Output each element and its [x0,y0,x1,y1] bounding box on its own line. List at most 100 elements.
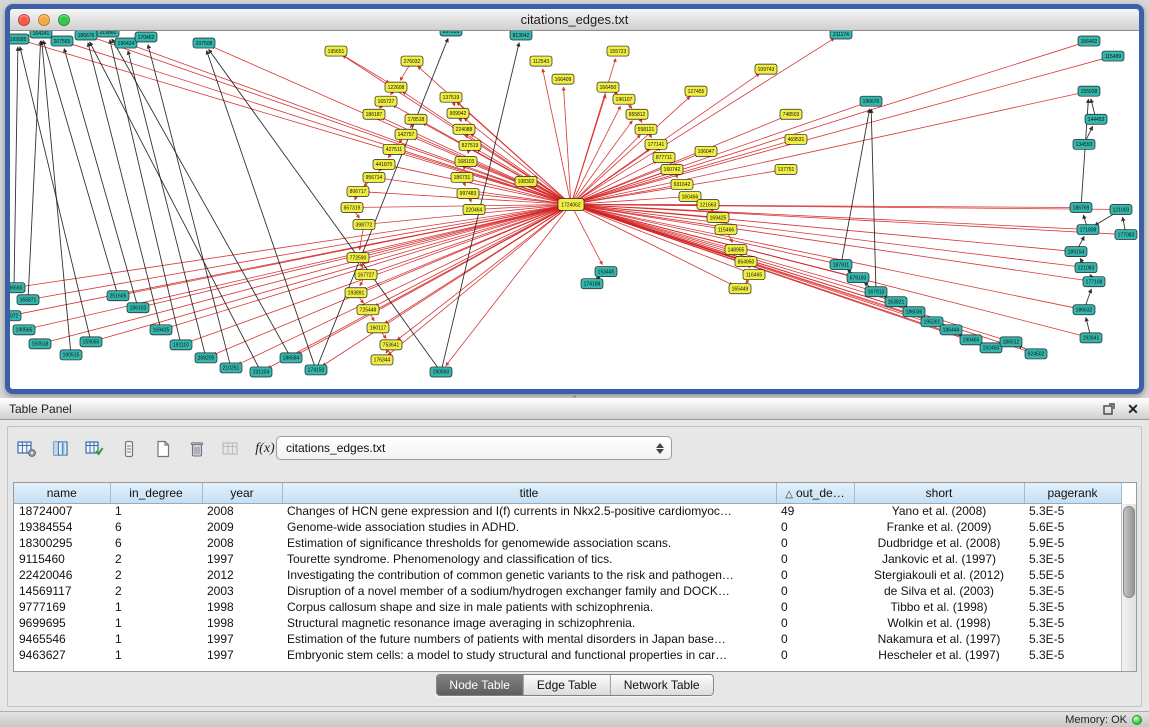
graph-node[interactable]: 167913 [865,287,887,297]
table-cell-short[interactable]: Stergiakouli et al. (2012) [854,567,1024,583]
graph-node[interactable]: 178518 [405,114,427,124]
graph-node[interactable]: 196107 [613,94,635,104]
graph-node[interactable]: 772590 [347,253,369,263]
graph-node[interactable]: 190465 [960,335,982,345]
import-table-button[interactable] [216,435,246,463]
table-cell-pagerank[interactable]: 5.3E-5 [1024,647,1121,663]
table-cell-out_degree[interactable]: 0 [776,631,854,647]
panel-resize-handle[interactable]: ⌃ [571,395,579,403]
graph-node[interactable]: 224088 [453,124,475,134]
column-header-in-degree[interactable]: in_degree [110,483,202,503]
graph-node[interactable]: 174188 [581,279,603,289]
graph-node[interactable]: 192641 [1080,333,1102,343]
graph-node[interactable]: 137519 [440,92,462,102]
graph-node[interactable]: 137751 [775,164,797,174]
graph-node[interactable]: 169425 [150,325,172,335]
graph-node[interactable]: 167727 [355,270,377,280]
graph-node[interactable]: 187911 [830,260,852,270]
table-row[interactable]: 1938455462009Genome-wide association stu… [14,519,1121,535]
graph-node[interactable]: 195651 [325,46,347,56]
table-cell-year[interactable]: 1997 [202,551,282,567]
table-cell-out_degree[interactable]: 0 [776,599,854,615]
graph-node[interactable]: 176344 [371,355,393,365]
table-cell-name[interactable]: 18300295 [14,535,110,551]
graph-node[interactable]: 148955 [725,245,747,255]
table-row[interactable]: 946554611997Estimation of the future num… [14,631,1121,647]
column-header-out-degree[interactable]: △out_de… [776,483,854,503]
graph-node[interactable]: 558121 [635,124,657,134]
graph-node[interactable]: 1724062 [558,198,584,210]
table-row[interactable]: 911546021997Tourette syndrome. Phenomeno… [14,551,1121,567]
graph-node[interactable]: 186187 [363,109,385,119]
table-cell-out_degree[interactable]: 0 [776,583,854,599]
column-header-name[interactable]: name [14,483,110,503]
table-cell-name[interactable]: 14569117 [14,583,110,599]
graph-node[interactable]: 190515 [60,350,82,360]
graph-node[interactable]: 748503 [780,109,802,119]
graph-node[interactable]: 190560 [430,367,452,377]
graph-node[interactable]: 955812 [626,109,648,119]
table-cell-pagerank[interactable]: 5.9E-5 [1024,535,1121,551]
graph-node[interactable]: 186036 [903,307,925,317]
table-cell-title[interactable]: Embryonic stem cells: a model to study s… [282,647,776,663]
table-cell-pagerank[interactable]: 5.6E-5 [1024,519,1121,535]
graph-node[interactable]: 177108 [1083,277,1105,287]
table-cell-out_degree[interactable]: 0 [776,551,854,567]
table-cell-short[interactable]: Nakamura et al. (1997) [854,631,1024,647]
table-cell-short[interactable]: Dudbridge et al. (2008) [854,535,1024,551]
new-table-button[interactable] [148,435,178,463]
graph-node[interactable]: 427511 [383,144,405,154]
graph-node[interactable]: 160117 [367,323,389,333]
table-row[interactable]: 1872400712008Changes of HCN gene express… [14,503,1121,519]
graph-node[interactable]: 725448 [357,305,379,315]
table-vertical-scrollbar[interactable] [1121,504,1136,671]
table-cell-name[interactable]: 9115460 [14,551,110,567]
graph-node[interactable]: 169425 [707,213,729,223]
graph-node[interactable]: 156402 [1078,36,1100,46]
graph-node[interactable]: 195261 [921,317,943,327]
table-cell-out_degree[interactable]: 0 [776,647,854,663]
tab-edge-table[interactable]: Edge Table [524,675,611,695]
table-cell-in_degree[interactable]: 6 [110,519,202,535]
graph-node[interactable]: 174150 [305,365,327,375]
table-cell-year[interactable]: 1998 [202,615,282,631]
graph-node[interactable]: 469531 [785,134,807,144]
graph-node[interactable]: 220464 [463,204,485,214]
table-row[interactable]: 1830029562008Estimation of significance … [14,535,1121,551]
graph-node[interactable]: 121003 [1110,204,1132,214]
table-cell-title[interactable]: Disruption of a novel member of a sodium… [282,583,776,599]
table-cell-name[interactable]: 18724007 [14,503,110,519]
table-cell-year[interactable]: 2008 [202,503,282,519]
graph-node[interactable]: 557231 [440,31,462,36]
table-cell-name[interactable]: 9465546 [14,631,110,647]
graph-node[interactable]: 168103 [455,156,477,166]
graph-node[interactable]: 144453 [1085,114,1107,124]
graph-node[interactable]: 196676 [860,96,882,106]
graph-node[interactable]: 153445 [595,267,617,277]
graph-node[interactable]: 160742 [661,164,683,174]
graph-node[interactable]: 753641 [380,340,402,350]
graph-node[interactable]: 134553 [1073,139,1095,149]
table-cell-short[interactable]: de Silva et al. (2003) [854,583,1024,599]
graph-node[interactable]: 398772 [353,220,375,230]
table-cell-in_degree[interactable]: 2 [110,567,202,583]
graph-node[interactable]: 251605 [107,291,129,301]
graph-node[interactable]: 190565 [13,325,35,335]
graph-node[interactable]: 164241 [30,31,52,38]
graph-node[interactable]: 186584 [280,353,302,363]
table-cell-pagerank[interactable]: 5.3E-5 [1024,551,1121,567]
table-cell-in_degree[interactable]: 1 [110,599,202,615]
graph-node[interactable]: 193891 [345,288,367,298]
graph-node[interactable]: 208205 [195,353,217,363]
graph-node[interactable]: 165871 [17,295,39,305]
table-row[interactable]: 969969511998Structural magnetic resonanc… [14,615,1121,631]
graph-node[interactable]: 166409 [552,74,574,84]
table-cell-year[interactable]: 1997 [202,647,282,663]
graph-node[interactable]: 142757 [395,129,417,139]
column-header-short[interactable]: short [854,483,1024,503]
zoom-window-button[interactable] [58,14,70,26]
table-cell-title[interactable]: Structural magnetic resonance image aver… [282,615,776,631]
graph-node[interactable]: 207565 [51,36,73,46]
table-cell-pagerank[interactable]: 5.3E-5 [1024,615,1121,631]
table-cell-title[interactable]: Corpus callosum shape and size in male p… [282,599,776,615]
